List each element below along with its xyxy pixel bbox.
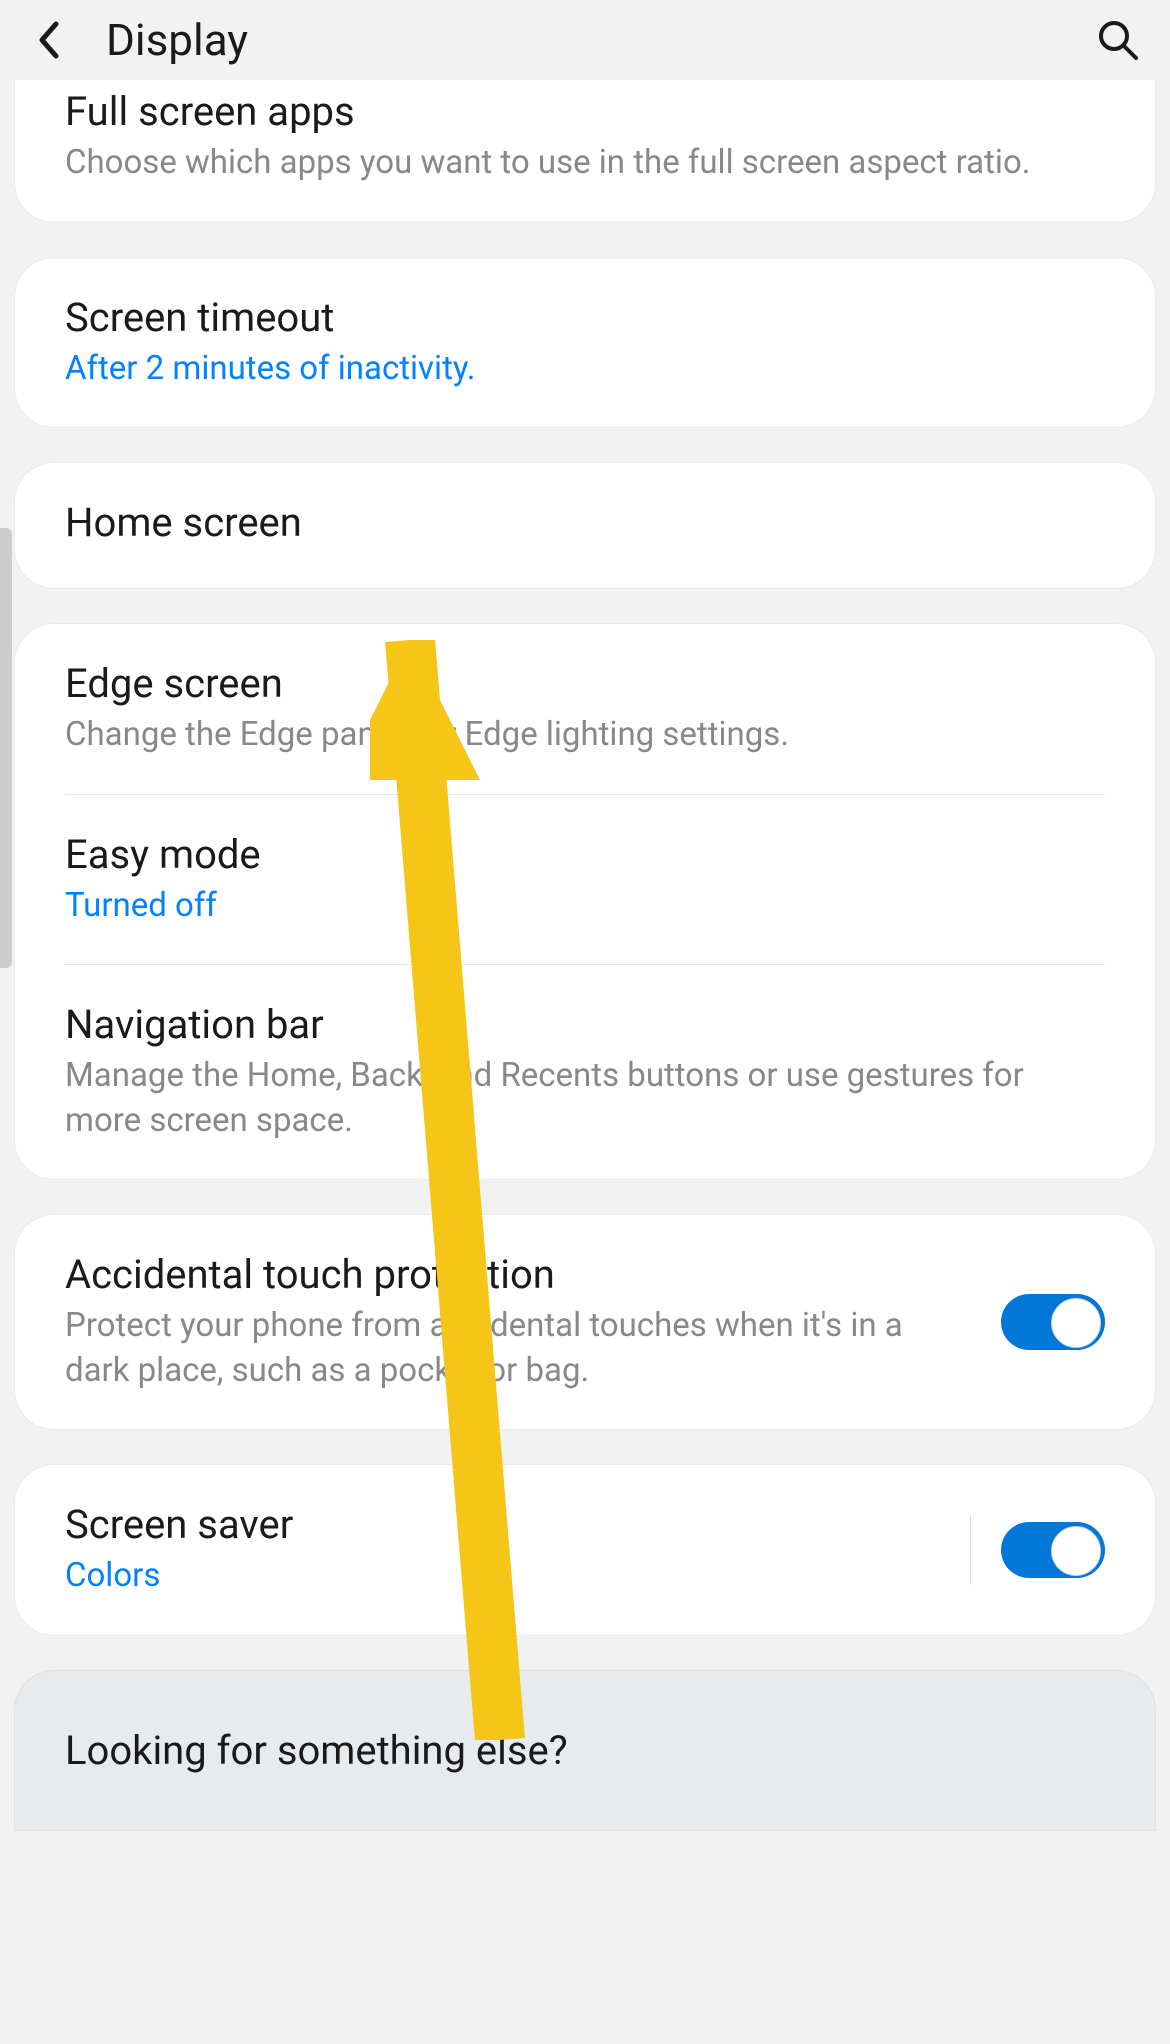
- setting-screen-saver[interactable]: Screen saver Colors: [15, 1465, 1155, 1635]
- scroll-indicator: [0, 528, 12, 968]
- footer-card[interactable]: Looking for something else?: [14, 1670, 1156, 1831]
- item-subtitle: Manage the Home, Back, and Recents butto…: [65, 1054, 1105, 1143]
- item-title: Home screen: [65, 499, 1105, 546]
- settings-card: Home screen: [14, 462, 1156, 589]
- item-subtitle: After 2 minutes of inactivity.: [65, 347, 1105, 392]
- setting-screen-timeout[interactable]: Screen timeout After 2 minutes of inacti…: [15, 258, 1155, 428]
- item-title: Full screen apps: [65, 88, 1105, 135]
- item-title: Navigation bar: [65, 1001, 1105, 1048]
- content-area: Full screen apps Choose which apps you w…: [0, 80, 1170, 1831]
- toggle-switch[interactable]: [1001, 1522, 1105, 1578]
- back-icon[interactable]: [30, 22, 66, 58]
- setting-accidental-touch[interactable]: Accidental touch protection Protect your…: [15, 1215, 1155, 1429]
- page-title: Display: [106, 14, 248, 66]
- item-title: Screen timeout: [65, 294, 1105, 341]
- settings-card: Edge screen Change the Edge panels or Ed…: [14, 623, 1156, 1180]
- item-subtitle: Protect your phone from accidental touch…: [65, 1304, 971, 1393]
- setting-easy-mode[interactable]: Easy mode Turned off: [15, 795, 1155, 965]
- setting-edge-screen[interactable]: Edge screen Change the Edge panels or Ed…: [15, 624, 1155, 794]
- item-title: Screen saver: [65, 1501, 950, 1548]
- search-icon[interactable]: [1096, 18, 1140, 62]
- toggle-switch[interactable]: [1001, 1294, 1105, 1350]
- item-subtitle: Turned off: [65, 884, 1105, 929]
- setting-navigation-bar[interactable]: Navigation bar Manage the Home, Back, an…: [15, 965, 1155, 1179]
- item-title: Accidental touch protection: [65, 1251, 971, 1298]
- settings-card: Screen timeout After 2 minutes of inacti…: [14, 257, 1156, 429]
- item-subtitle: Choose which apps you want to use in the…: [65, 141, 1105, 186]
- item-title: Edge screen: [65, 660, 1105, 707]
- item-text: Screen saver Colors: [65, 1501, 950, 1599]
- footer-title: Looking for something else?: [65, 1727, 1105, 1774]
- item-title: Easy mode: [65, 831, 1105, 878]
- setting-home-screen[interactable]: Home screen: [15, 463, 1155, 588]
- settings-card: Accidental touch protection Protect your…: [14, 1214, 1156, 1430]
- item-text: Accidental touch protection Protect your…: [65, 1251, 971, 1393]
- item-subtitle: Colors: [65, 1554, 950, 1599]
- toggle-divider: [970, 1515, 971, 1585]
- header-left: Display: [30, 14, 248, 66]
- item-subtitle: Change the Edge panels or Edge lighting …: [65, 713, 1105, 758]
- settings-card: Full screen apps Choose which apps you w…: [14, 80, 1156, 223]
- settings-card: Screen saver Colors: [14, 1464, 1156, 1636]
- setting-full-screen-apps[interactable]: Full screen apps Choose which apps you w…: [15, 80, 1155, 222]
- app-header: Display: [0, 0, 1170, 80]
